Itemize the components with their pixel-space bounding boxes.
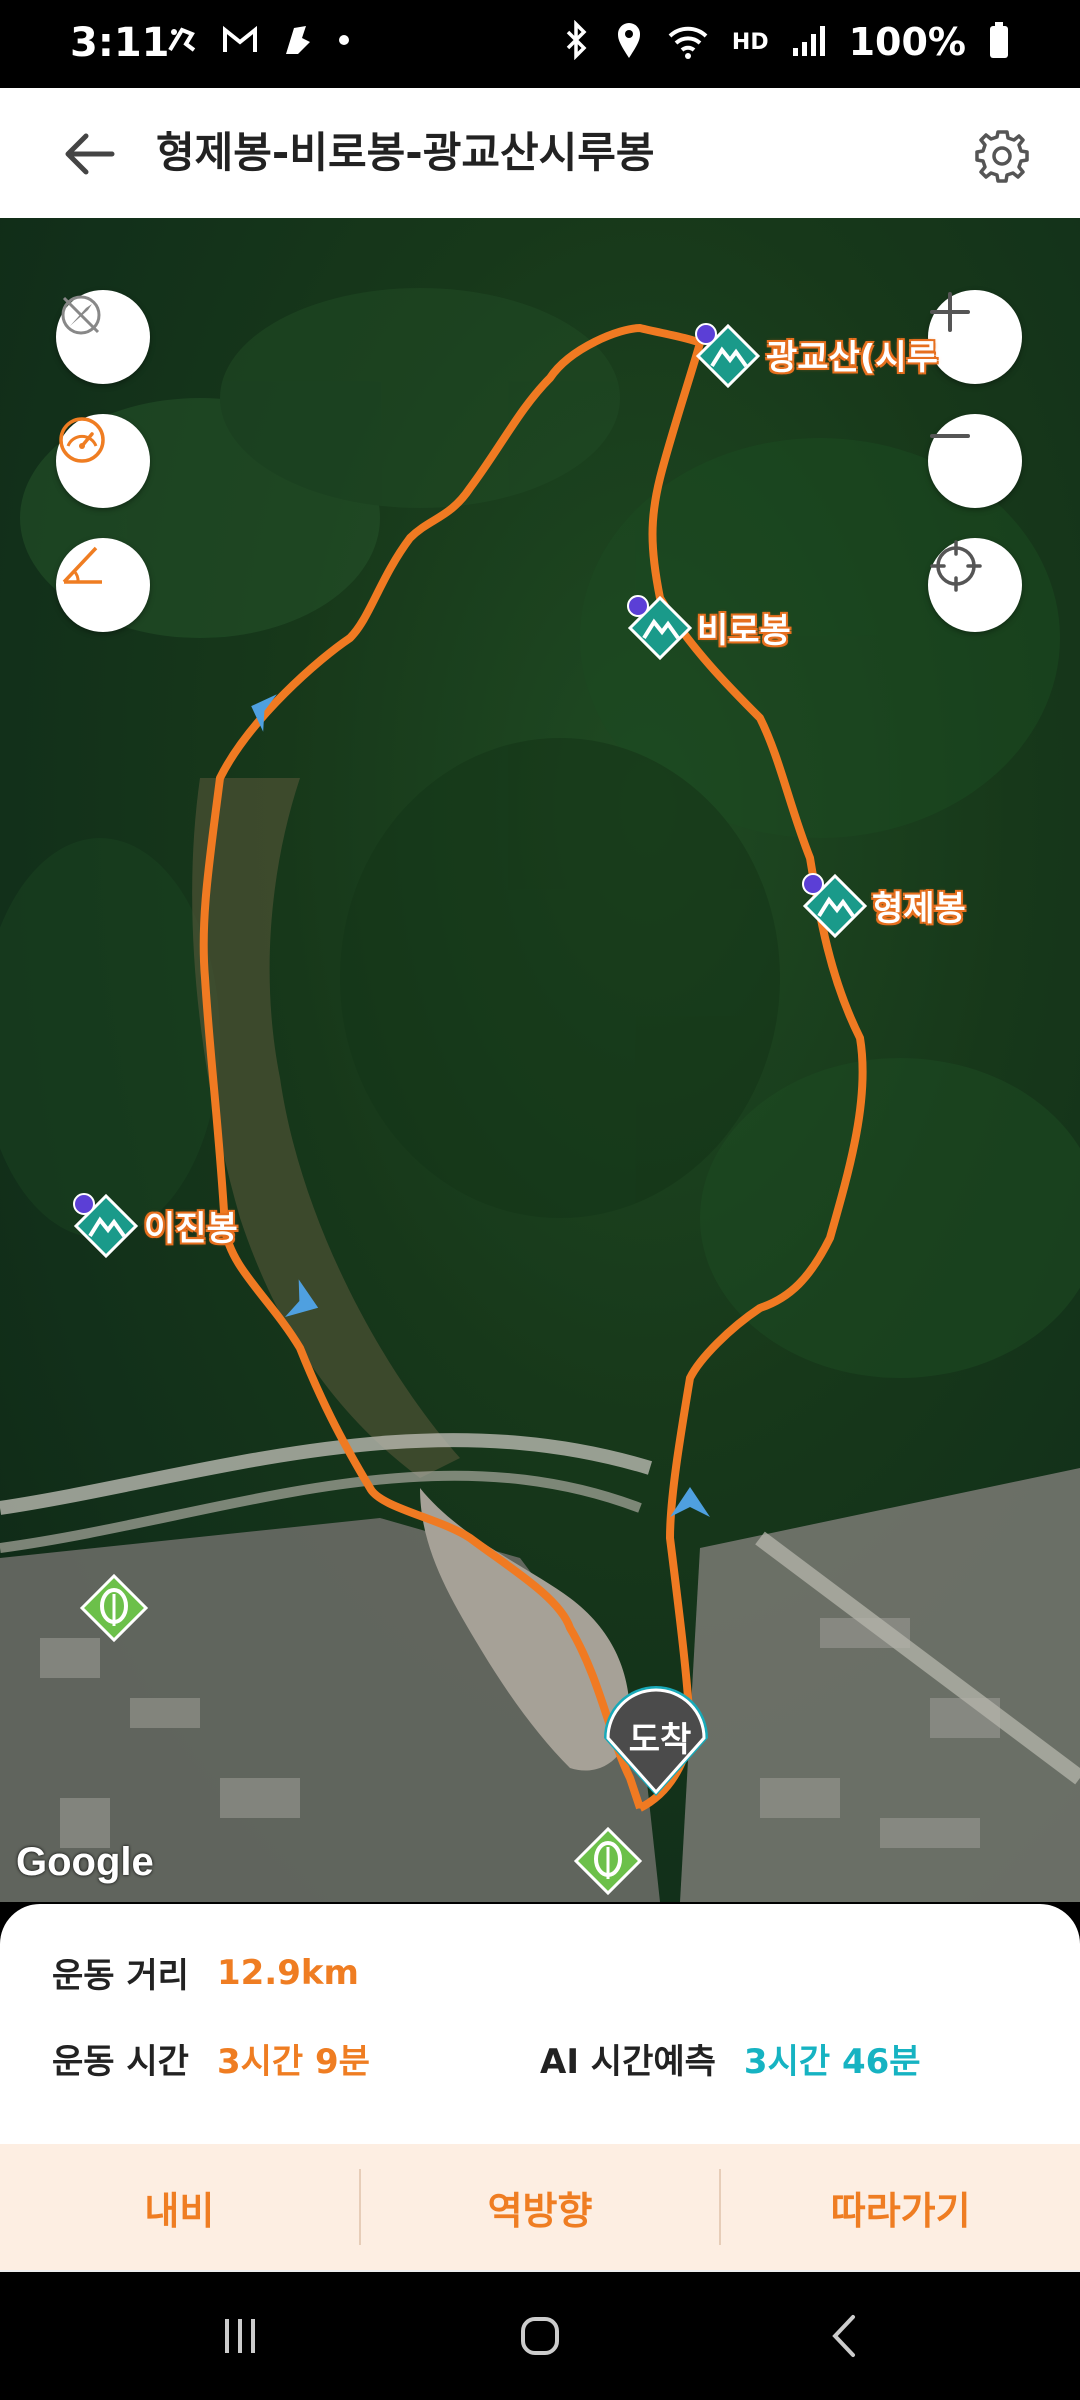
peak-label: 이진봉 (144, 1209, 238, 1249)
arrow-left-icon (65, 133, 115, 175)
ai-estimate-label: AI 시간예측 (540, 2042, 716, 2082)
gmail-icon (220, 20, 260, 64)
time-label: 운동 시간 (52, 2042, 189, 2082)
bluetooth-icon (562, 19, 592, 64)
nav-back-button[interactable] (806, 2296, 886, 2376)
peak-label: 비로봉 (697, 611, 791, 651)
zoom-out-button[interactable] (928, 414, 1022, 508)
distance-row: 운동 거리 12.9km (52, 1948, 359, 1997)
ai-estimate-row: AI 시간예측 3시간 46분 (540, 2034, 921, 2083)
follow-button[interactable]: 따라가기 (721, 2144, 1080, 2270)
back-button[interactable] (52, 116, 128, 192)
walking-app-icon (162, 20, 202, 64)
google-logo: Google (16, 1840, 154, 1884)
app-header: 형제봉-비로봉-광교산시루봉 (0, 88, 1080, 218)
peak-marker-icon[interactable] (695, 323, 761, 389)
ai-estimate-value: 3시간 46분 (743, 2042, 921, 2082)
page-title: 형제봉-비로봉-광교산시루봉 (156, 128, 655, 177)
zoom-in-button[interactable] (928, 290, 1022, 384)
peak-label: 광교산(시루 (766, 338, 938, 378)
notification-icons (162, 18, 352, 66)
wifi-icon (666, 20, 710, 64)
slope-angle-icon (62, 546, 102, 584)
route-info-panel: 운동 거리 12.9km 운동 시간 3시간 9분 AI 시간예측 3시간 46… (0, 1904, 1080, 2144)
recents-button[interactable] (200, 2296, 280, 2376)
speedometer-icon (59, 417, 105, 463)
crosshair-icon (930, 540, 982, 592)
signal-icon (791, 20, 827, 64)
map-view[interactable]: 광교산(시루 비로봉 형제봉 이진봉 도착 Google (0, 218, 1080, 1902)
time-value: 3시간 9분 (216, 2042, 370, 2082)
peak-label: 형제봉 (872, 889, 966, 929)
location-icon (614, 20, 644, 64)
status-bar: 3:11 HD 100% (0, 0, 1080, 88)
battery-icon (988, 20, 1010, 64)
map-canvas (0, 288, 1080, 1902)
status-time: 3:11 (70, 20, 170, 66)
home-icon (521, 2317, 559, 2355)
navigate-button[interactable]: 내비 (0, 2144, 359, 2270)
plus-icon (930, 292, 970, 332)
shoe-icon (278, 20, 318, 64)
more-notifications-dot (336, 32, 352, 52)
slope-button[interactable] (56, 538, 150, 632)
home-button[interactable] (500, 2296, 580, 2376)
battery-percent: 100% (848, 20, 966, 64)
speed-button[interactable] (56, 414, 150, 508)
settings-button[interactable] (964, 118, 1040, 194)
arrival-label: 도착 (628, 1720, 692, 1760)
peak-marker-icon[interactable] (802, 873, 868, 939)
minus-icon (930, 434, 970, 438)
action-bar: 내비 역방향 따라가기 (0, 2144, 1080, 2270)
chevron-left-icon (832, 2315, 855, 2357)
my-location-button[interactable] (928, 538, 1022, 632)
system-nav-bar (0, 2272, 1080, 2400)
reverse-button[interactable]: 역방향 (361, 2144, 720, 2270)
distance-label: 운동 거리 (52, 1956, 189, 1996)
compass-off-icon (61, 295, 101, 335)
distance-value: 12.9km (216, 1952, 359, 1993)
recents-icon (225, 2319, 255, 2353)
time-row: 운동 시간 3시간 9분 (52, 2034, 370, 2083)
system-icons: HD 100% (562, 18, 1010, 66)
gear-icon (975, 130, 1029, 183)
compass-toggle-button[interactable] (56, 290, 150, 384)
hd-voice-icon: HD (731, 29, 769, 55)
